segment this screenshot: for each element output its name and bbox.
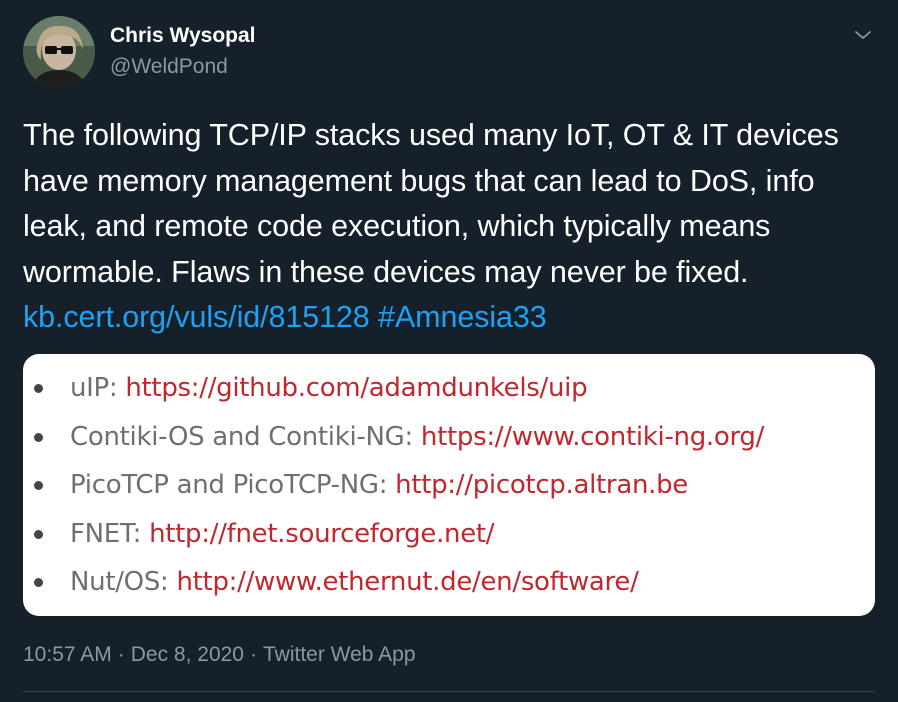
list-item: Nut/OS: http://www.ethernut.de/en/softwa… (23, 558, 875, 607)
tweet-date[interactable]: Dec 8, 2020 (131, 643, 244, 666)
bullet-icon (34, 384, 43, 393)
chevron-down-icon (855, 31, 871, 39)
divider (23, 691, 875, 692)
item-label: PicoTCP and PicoTCP-NG: (70, 470, 396, 500)
item-label: Nut/OS: (70, 567, 177, 597)
item-label: uIP: (70, 373, 126, 403)
media-image[interactable]: uIP: https://github.com/adamdunkels/uip … (23, 354, 875, 616)
meta-separator: · (117, 643, 125, 666)
list-item: PicoTCP and PicoTCP-NG: http://picotcp.a… (23, 461, 875, 510)
bullet-icon (34, 578, 43, 587)
tweet-link[interactable]: kb.cert.org/vuls/id/815128 (23, 300, 370, 334)
item-url: https://www.contiki-ng.org/ (420, 421, 765, 452)
item-url: http://fnet.sourceforge.net/ (149, 518, 495, 549)
author-info: Chris Wysopal @WeldPond (110, 22, 255, 81)
avatar[interactable] (23, 16, 95, 88)
tweet-meta: 10:57 AM · Dec 8, 2020 · Twitter Web App (23, 641, 416, 669)
tweet: Chris Wysopal @WeldPond The following TC… (0, 0, 898, 702)
tweet-time[interactable]: 10:57 AM (23, 643, 112, 666)
item-url: http://picotcp.altran.be (395, 470, 688, 500)
list-item: Contiki-OS and Contiki-NG: https://www.c… (23, 413, 875, 462)
hashtag-link[interactable]: #Amnesia33 (378, 300, 547, 334)
item-label: FNET: (70, 518, 150, 549)
item-url: http://www.ethernut.de/en/software/ (176, 567, 639, 597)
tweet-source[interactable]: Twitter Web App (263, 643, 416, 666)
display-name[interactable]: Chris Wysopal (110, 22, 255, 50)
stack-list: uIP: https://github.com/adamdunkels/uip … (23, 354, 875, 607)
bullet-icon (34, 529, 43, 539)
meta-separator: · (249, 643, 257, 666)
bullet-icon (34, 481, 43, 490)
tweet-body: The following TCP/IP stacks used many Io… (23, 118, 839, 289)
more-options-button[interactable] (848, 20, 878, 50)
list-item: FNET: http://fnet.sourceforge.net/ (23, 510, 875, 559)
item-url: https://github.com/adamdunkels/uip (125, 373, 588, 403)
bullet-icon (34, 432, 43, 442)
list-item: uIP: https://github.com/adamdunkels/uip (23, 364, 875, 413)
user-handle[interactable]: @WeldPond (110, 53, 255, 81)
item-label: Contiki-OS and Contiki-NG: (70, 421, 421, 452)
tweet-text: The following TCP/IP stacks used many Io… (23, 113, 883, 341)
user-avatar-icon (23, 16, 95, 88)
